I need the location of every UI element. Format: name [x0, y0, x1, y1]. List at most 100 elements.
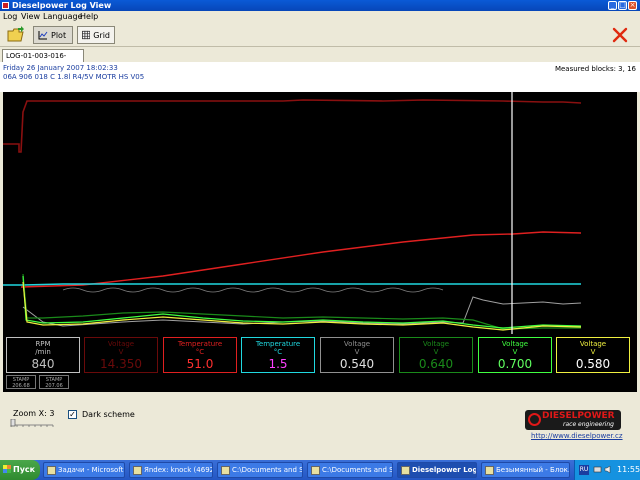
- gauge-value: 51.0: [186, 357, 214, 371]
- stamp-value: 206.68: [12, 383, 30, 389]
- task-item[interactable]: C:\Documents and S...: [307, 462, 393, 478]
- minimize-button[interactable]: _: [608, 1, 617, 10]
- trace-voltage-gray-ripple: [62, 287, 444, 293]
- gauge-voltage-2: Voltage V 0.540: [320, 337, 394, 373]
- folder-icon: [221, 466, 230, 475]
- gauge-name: Temperature: [255, 340, 301, 348]
- app-icon: [2, 2, 9, 9]
- menu-log[interactable]: Log: [3, 12, 17, 22]
- task-item-active[interactable]: Dieselpower Log ...: [397, 462, 477, 478]
- network-icon[interactable]: [593, 465, 602, 474]
- gauge-name: Temperature: [177, 340, 223, 348]
- tab-log-file[interactable]: LOG-01-003-016-xxxx.CSV: [2, 49, 84, 72]
- gauge-value: 0.700: [497, 357, 533, 371]
- grid-icon: [82, 30, 91, 40]
- gauge-name: Voltage: [501, 340, 529, 348]
- menu-bar: Log View Language Help: [0, 11, 640, 23]
- task-label: C:\Documents and S...: [232, 466, 303, 474]
- title-bar: Dieselpower Log View _ □ ×: [0, 0, 640, 11]
- dark-scheme-checkbox[interactable]: ✓: [68, 410, 77, 419]
- start-button[interactable]: Пуск: [0, 460, 40, 480]
- gauge-rpm: RPM /min 840: [6, 337, 80, 373]
- stamp-value: 207.06: [45, 383, 63, 389]
- gauge-value: 840: [31, 357, 55, 371]
- gauge-name: Voltage: [579, 340, 607, 348]
- plot-button[interactable]: Plot: [33, 26, 73, 44]
- gauge-voltage-1: Voltage V 14.350: [84, 337, 158, 373]
- grid-label: Grid: [93, 30, 110, 40]
- start-label: Пуск: [13, 465, 36, 474]
- gauge-value: 14.350: [100, 357, 142, 371]
- gauge-unit: °C: [195, 348, 205, 356]
- zoom-slider[interactable]: [9, 419, 55, 427]
- task-label: Безымянный - Блок...: [496, 466, 570, 474]
- log-datetime: Friday 26 January 2007 18:02:33: [3, 64, 118, 72]
- gauge-temperature-2: Temperature °C 1.5: [241, 337, 315, 373]
- gauge-unit: V: [118, 348, 124, 356]
- plot-canvas[interactable]: [3, 92, 637, 334]
- zoom-label: Zoom X: 3: [13, 409, 55, 418]
- app-window: Dieselpower Log View _ □ × Log View Lang…: [0, 0, 640, 460]
- task-label: C:\Documents and S...: [322, 466, 393, 474]
- info-bar: Friday 26 January 2007 18:02:33 06A 906 …: [0, 62, 640, 92]
- dieselpower-logo: DIESELPOWER race engineering: [525, 410, 621, 430]
- window-title: Dieselpower Log View: [12, 1, 112, 10]
- gauge-unit: V: [433, 348, 439, 356]
- website-link[interactable]: http://www.dieselpower.cz: [531, 432, 623, 440]
- system-tray: RU 11:55: [574, 460, 640, 480]
- gauge-panel: RPM /min 840 Voltage V 14.350 Temperatur…: [3, 334, 637, 392]
- measured-blocks: Measured blocks: 3, 16: [554, 65, 636, 73]
- task-item[interactable]: Безымянный - Блок...: [481, 462, 570, 478]
- gauge-value: 0.580: [575, 357, 611, 371]
- plot-area[interactable]: [3, 92, 637, 334]
- plot-icon: [38, 31, 48, 40]
- gauge-voltage-3: Voltage V 0.640: [399, 337, 473, 373]
- task-icon: [401, 466, 410, 475]
- gauge-unit: V: [354, 348, 360, 356]
- bottom-panel: Zoom X: 3 ✓ Dark scheme DIESELPOWER race…: [0, 392, 640, 460]
- trace-voltage-dark-red: [3, 99, 582, 153]
- task-item[interactable]: Яndex: knock (4692...: [129, 462, 213, 478]
- menu-help[interactable]: Help: [80, 12, 98, 22]
- zoom-slider-thumb: [10, 419, 16, 427]
- logo-ring-icon: [528, 413, 541, 426]
- grid-button[interactable]: Grid: [77, 26, 115, 44]
- gauge-value: 0.540: [339, 357, 375, 371]
- gauge-unit: /min: [35, 348, 51, 356]
- clock: 11:55: [617, 465, 640, 474]
- gauge-unit: V: [512, 348, 518, 356]
- task-item[interactable]: C:\Documents and S...: [217, 462, 303, 478]
- gauge-name: Voltage: [343, 340, 371, 348]
- taskbar: Пуск Задачи - Microsoft ... Яndex: knock…: [0, 460, 640, 480]
- volume-icon[interactable]: [604, 465, 613, 474]
- gauge-unit: V: [590, 348, 596, 356]
- menu-view[interactable]: View: [21, 12, 40, 22]
- task-item[interactable]: Задачи - Microsoft ...: [43, 462, 125, 478]
- ecu-info: 06A 906 018 C 1.8l R4/5V MOTR HS V05: [3, 73, 145, 81]
- stamp-box: STAMP 207.06: [39, 375, 69, 389]
- close-window-button[interactable]: ×: [628, 1, 637, 10]
- toolbar: Plot Grid: [0, 23, 640, 47]
- task-label: Задачи - Microsoft ...: [58, 466, 125, 474]
- trace-temperature-red: [20, 231, 582, 288]
- gauge-name: Voltage: [422, 340, 450, 348]
- menu-language[interactable]: Language: [43, 12, 82, 22]
- stamp-box: STAMP 206.68: [6, 375, 36, 389]
- folder-icon: [311, 466, 320, 475]
- maximize-button[interactable]: □: [618, 1, 627, 10]
- plot-label: Plot: [51, 30, 67, 40]
- task-label: Dieselpower Log ...: [412, 466, 477, 474]
- notepad-icon: [485, 466, 494, 475]
- gauge-value: 1.5: [268, 357, 288, 371]
- gauge-voltage-4: Voltage V 0.700: [478, 337, 552, 373]
- task-icon: [47, 466, 56, 475]
- task-label: Яndex: knock (4692...: [144, 466, 212, 474]
- gauge-voltage-5: Voltage V 0.580: [556, 337, 630, 373]
- gauge-unit: °C: [273, 348, 283, 356]
- windows-flag-icon: [3, 465, 11, 473]
- language-indicator[interactable]: RU: [579, 465, 589, 475]
- gauge-name: RPM: [35, 340, 51, 348]
- close-log-icon[interactable]: [612, 27, 628, 43]
- open-folder-icon[interactable]: [7, 26, 25, 43]
- gauge-value: 0.640: [418, 357, 454, 371]
